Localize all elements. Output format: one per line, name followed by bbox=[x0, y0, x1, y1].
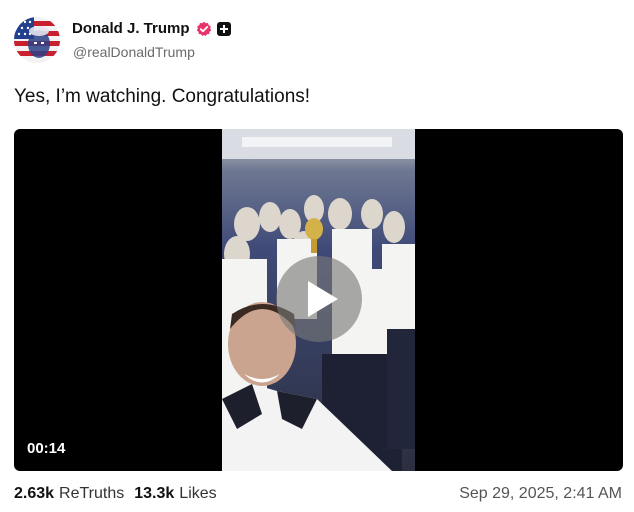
retruths-count: 2.63k bbox=[14, 485, 55, 502]
author-handle[interactable]: @realDonaldTrump bbox=[73, 44, 195, 60]
author-display-name[interactable]: Donald J. Trump bbox=[72, 20, 190, 37]
retruths-label: ReTruths bbox=[59, 485, 125, 502]
avatar-image bbox=[14, 17, 60, 63]
likes-count: 13.3k bbox=[134, 485, 175, 502]
play-button[interactable] bbox=[276, 256, 362, 342]
video-player[interactable]: 00:14 bbox=[14, 129, 623, 471]
plus-badge-icon bbox=[216, 21, 231, 36]
video-duration: 00:14 bbox=[27, 440, 66, 457]
likes-label: Likes bbox=[179, 485, 217, 502]
post-text: Yes, I’m watching. Congratulations! bbox=[14, 86, 311, 107]
truth-post: Donald J. Trump @realDonaldTrump Yes, I’… bbox=[0, 0, 634, 512]
avatar[interactable] bbox=[14, 17, 60, 63]
verified-badge-icon bbox=[196, 21, 212, 37]
author-name-row: Donald J. Trump bbox=[72, 20, 231, 37]
post-timestamp[interactable]: Sep 29, 2025, 2:41 AM bbox=[459, 485, 622, 503]
likes-stat[interactable]: 13.3k Likes bbox=[134, 485, 216, 503]
retruths-stat[interactable]: 2.63k ReTruths bbox=[14, 485, 124, 503]
post-stats: 2.63k ReTruths 13.3k Likes bbox=[14, 485, 217, 503]
play-icon bbox=[307, 281, 338, 317]
